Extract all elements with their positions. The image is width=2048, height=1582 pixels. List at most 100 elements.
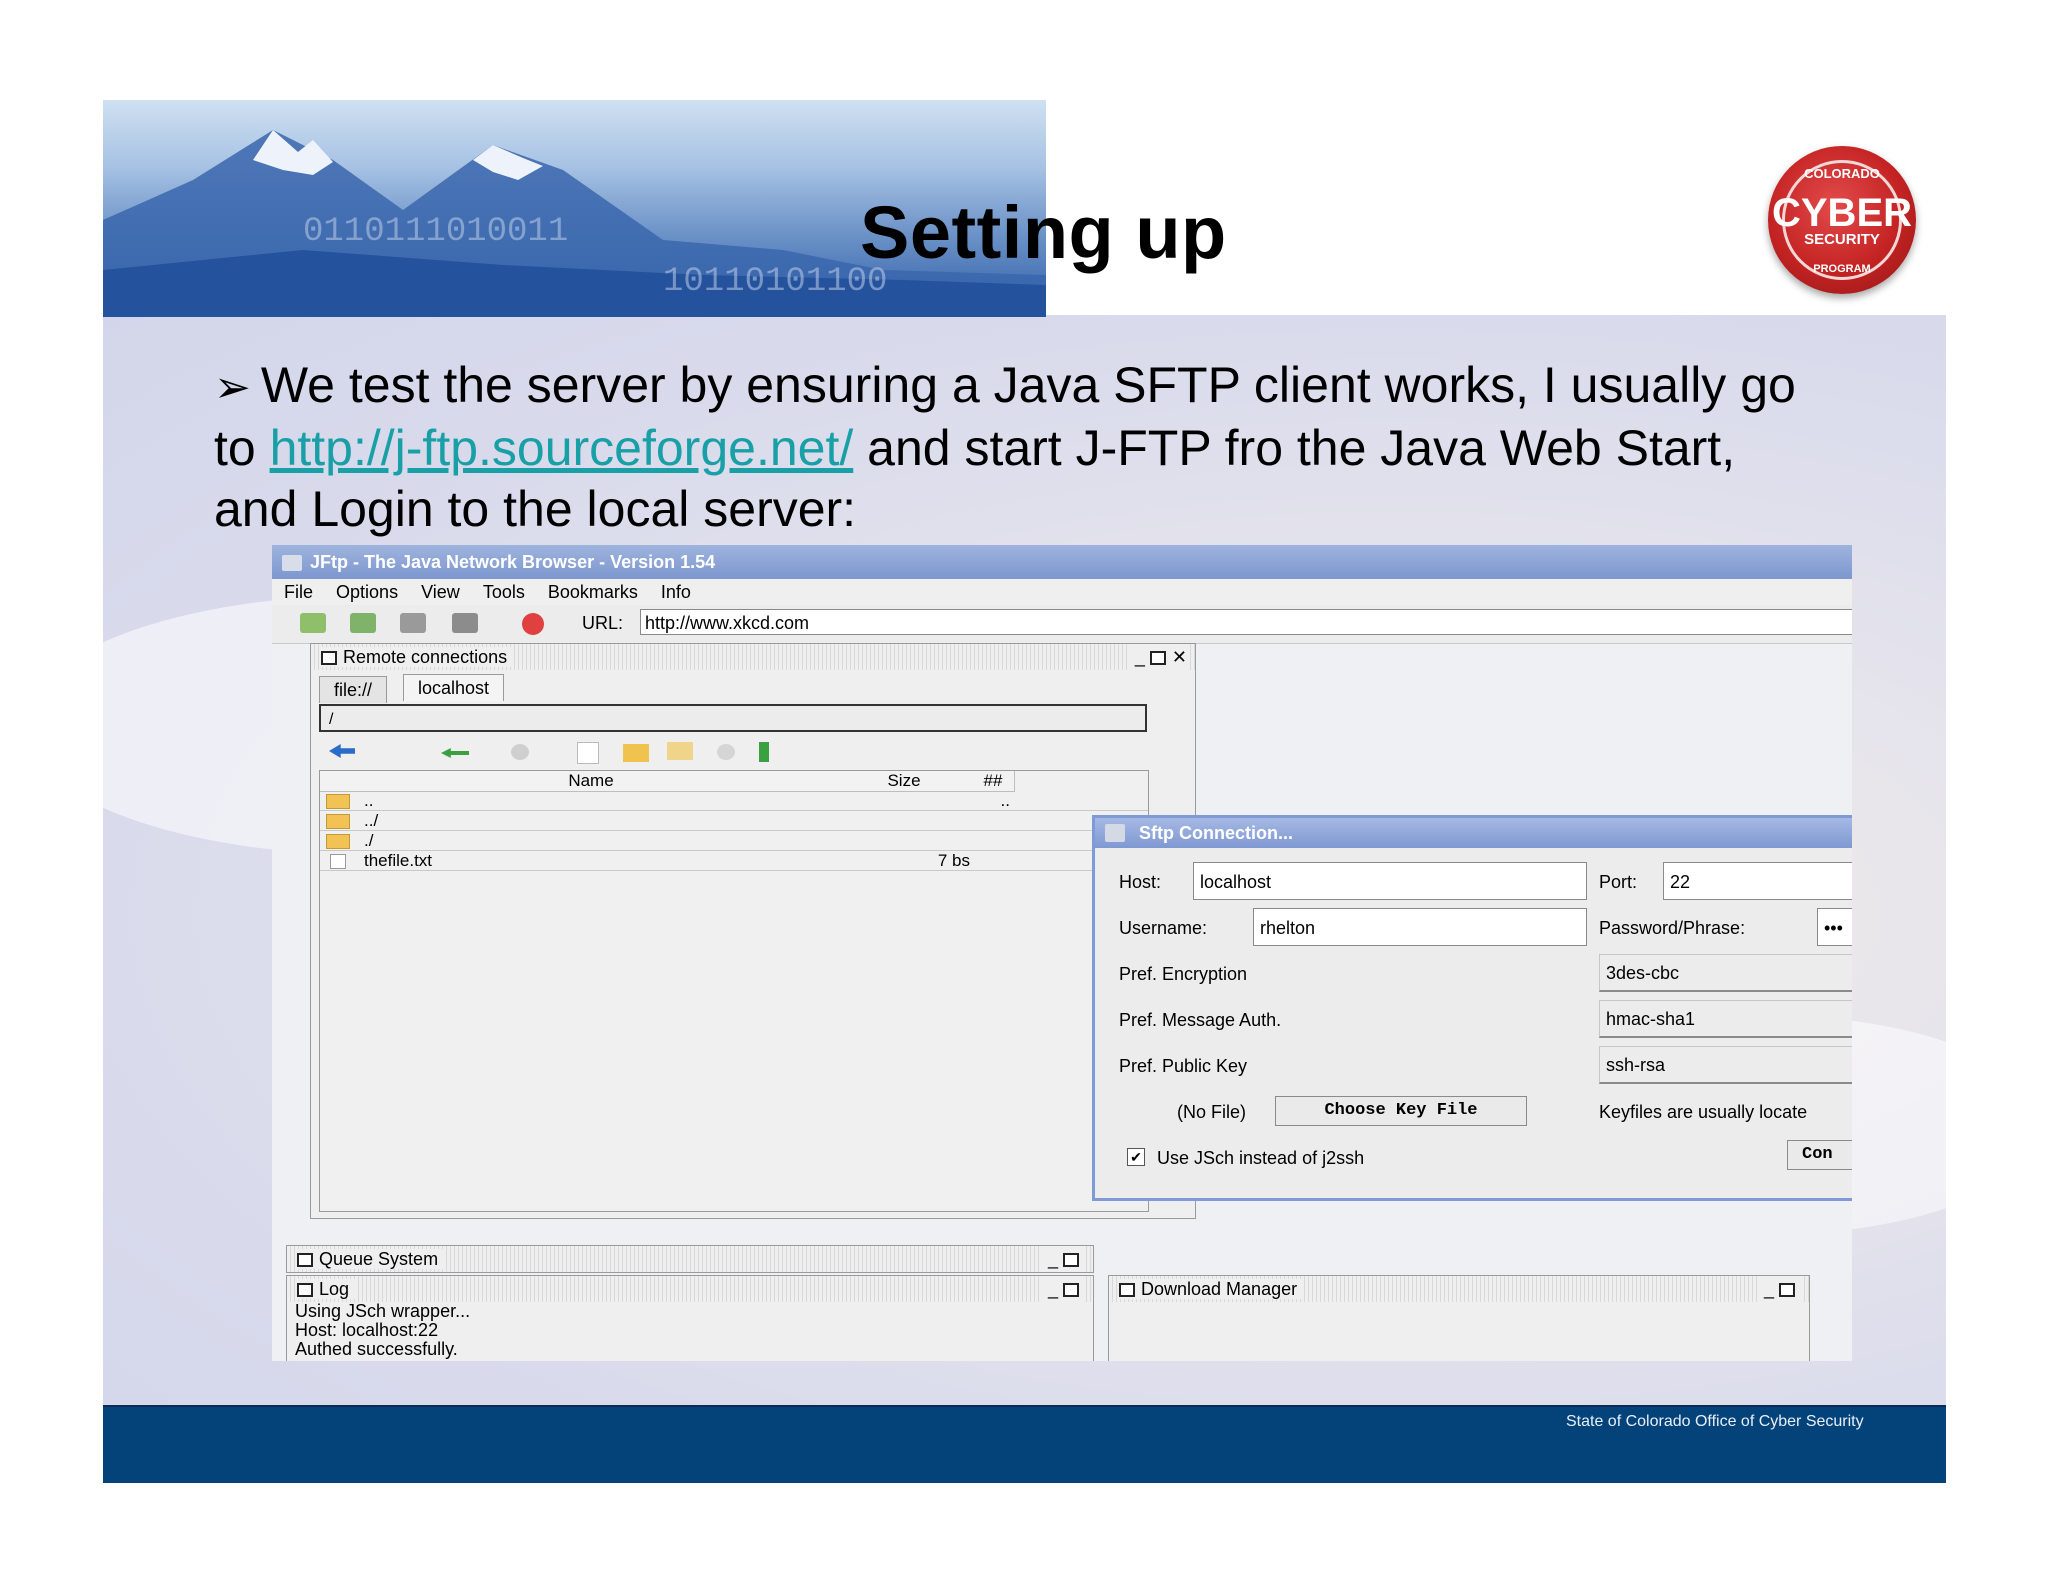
- remote-file-table: Name Size ## .. .. ../ ./ thefile.txt 7 …: [319, 770, 1149, 1212]
- remote-connections-title: Remote connections: [343, 647, 508, 667]
- minimize-icon[interactable]: _: [1135, 647, 1145, 667]
- jftp-screenshot: JFtp - The Java Network Browser - Versio…: [272, 545, 1852, 1361]
- minimize-icon[interactable]: _: [1048, 1249, 1058, 1269]
- server-icon[interactable]: [452, 613, 478, 633]
- menu-file[interactable]: File: [284, 582, 313, 602]
- message-auth-select[interactable]: hmac-sha1: [1599, 1000, 1852, 1038]
- file-size: 7 bs: [937, 851, 970, 870]
- minimize-icon[interactable]: _: [1764, 1279, 1774, 1299]
- queue-system-panel: Queue System _: [286, 1245, 1094, 1273]
- table-row[interactable]: thefile.txt 7 bs: [320, 851, 1148, 871]
- menu-bookmarks[interactable]: Bookmarks: [548, 582, 638, 602]
- bullet-arrow-icon: ➢: [214, 363, 251, 412]
- drive-icon[interactable]: [400, 613, 426, 633]
- password-label: Password/Phrase:: [1599, 918, 1746, 938]
- table-row[interactable]: ../: [320, 811, 1148, 831]
- log-line: Authed successfully.: [295, 1339, 458, 1359]
- file-flag: ..: [1000, 791, 1010, 810]
- maximize-icon[interactable]: [1779, 1283, 1795, 1298]
- jftp-menu-bar: File Options View Tools Bookmarks Info: [272, 579, 1852, 605]
- footer-text: State of Colorado Office of Cyber Securi…: [1566, 1413, 1864, 1430]
- username-input[interactable]: rhelton: [1253, 908, 1587, 946]
- encryption-label: Pref. Encryption: [1119, 964, 1248, 984]
- log-line: Host: localhost:22: [295, 1320, 439, 1340]
- jsch-checkbox-label: Use JSch instead of j2ssh: [1157, 1148, 1365, 1168]
- svg-text:SECURITY: SECURITY: [1804, 231, 1880, 248]
- connect-button[interactable]: Con: [1787, 1140, 1852, 1170]
- column-header-flag[interactable]: ##: [972, 771, 1015, 792]
- find-folder-icon[interactable]: [667, 742, 693, 760]
- disconnect-icon[interactable]: [522, 613, 544, 635]
- keyfiles-hint: Keyfiles are usually locate: [1599, 1102, 1808, 1122]
- public-key-label: Pref. Public Key: [1119, 1056, 1248, 1076]
- menu-view[interactable]: View: [421, 582, 460, 602]
- maximize-icon[interactable]: [1063, 1283, 1079, 1298]
- folder-icon: [326, 794, 350, 809]
- remote-path-field[interactable]: /: [319, 704, 1147, 732]
- queue-system-title: Queue System: [319, 1249, 439, 1269]
- encryption-select[interactable]: 3des-cbc: [1599, 954, 1852, 992]
- upload-arrow-icon[interactable]: [759, 742, 769, 762]
- host-label: Host:: [1119, 872, 1162, 892]
- table-row[interactable]: .. ..: [320, 791, 1148, 811]
- svg-text:0110111010011: 0110111010011: [303, 213, 568, 251]
- upload-icon[interactable]: [350, 613, 376, 633]
- url-label: URL:: [582, 613, 624, 633]
- tab-file[interactable]: file://: [319, 676, 388, 703]
- download-manager-title: Download Manager: [1141, 1279, 1298, 1299]
- port-label: Port:: [1599, 872, 1638, 892]
- cyber-security-logo: COLORADO CYBER SECURITY PROGRAM: [1768, 146, 1916, 294]
- table-row[interactable]: ./: [320, 831, 1148, 851]
- password-input[interactable]: •••: [1817, 908, 1852, 946]
- message-auth-label: Pref. Message Auth.: [1119, 1010, 1282, 1030]
- log-panel: Log _ Using JSch wrapper... Host: localh…: [286, 1275, 1094, 1361]
- column-header-size[interactable]: Size: [836, 771, 973, 792]
- menu-options[interactable]: Options: [336, 582, 398, 602]
- java-icon: [1105, 824, 1125, 842]
- slide-title: Setting up: [860, 191, 1227, 274]
- log-title: Log: [319, 1279, 350, 1299]
- username-label: Username:: [1119, 918, 1208, 938]
- host-input[interactable]: localhost: [1193, 862, 1587, 900]
- choose-key-file-button[interactable]: Choose Key File: [1275, 1096, 1527, 1126]
- folder-icon: [326, 834, 350, 849]
- remote-connections-header: Remote connections _ ✕: [311, 644, 1195, 670]
- tab-localhost[interactable]: localhost: [403, 674, 505, 701]
- maximize-icon[interactable]: [1063, 1253, 1079, 1268]
- svg-text:PROGRAM: PROGRAM: [1813, 263, 1870, 275]
- icon-column-header: [320, 771, 347, 792]
- file-name: thefile.txt: [364, 851, 433, 870]
- close-icon[interactable]: ✕: [1172, 647, 1187, 667]
- file-icon: [330, 854, 346, 869]
- connect-icon[interactable]: [300, 613, 326, 633]
- minimize-icon[interactable]: _: [1048, 1279, 1058, 1299]
- port-input[interactable]: 22: [1663, 862, 1852, 900]
- column-header-name[interactable]: Name: [346, 771, 837, 792]
- url-input[interactable]: http://www.xkcd.com: [640, 609, 1852, 635]
- maximize-icon[interactable]: [1149, 651, 1166, 666]
- new-file-icon[interactable]: [577, 742, 599, 764]
- back-arrow-icon[interactable]: [329, 744, 355, 758]
- new-folder-icon[interactable]: [623, 744, 649, 762]
- refresh-icon[interactable]: [511, 744, 529, 760]
- jftp-link[interactable]: http://j-ftp.sourceforge.net/: [270, 420, 854, 476]
- jftp-window-title: JFtp - The Java Network Browser - Versio…: [310, 552, 716, 572]
- file-name: ./: [364, 831, 374, 850]
- jsch-checkbox[interactable]: ✔: [1127, 1148, 1145, 1166]
- menu-info[interactable]: Info: [661, 582, 691, 602]
- svg-text:10110101100: 10110101100: [663, 263, 887, 301]
- sftp-dialog-title: Sftp Connection...: [1095, 818, 1852, 848]
- up-arrow-icon[interactable]: [441, 748, 469, 758]
- public-key-select[interactable]: ssh-rsa: [1599, 1046, 1852, 1084]
- stop-icon[interactable]: [717, 744, 735, 760]
- app-icon: [282, 555, 302, 572]
- folder-icon: [326, 814, 350, 829]
- sftp-connection-dialog: Sftp Connection... Host: localhost Port:…: [1092, 815, 1852, 1201]
- bullet-paragraph: ➢ We test the server by ensuring a Java S…: [214, 355, 1804, 540]
- file-name: ..: [364, 791, 374, 810]
- no-file-label: (No File): [1177, 1102, 1247, 1122]
- jftp-title-bar: JFtp - The Java Network Browser - Versio…: [272, 545, 1852, 579]
- svg-text:COLORADO: COLORADO: [1804, 166, 1880, 181]
- menu-tools[interactable]: Tools: [483, 582, 525, 602]
- svg-text:CYBER: CYBER: [1772, 191, 1912, 235]
